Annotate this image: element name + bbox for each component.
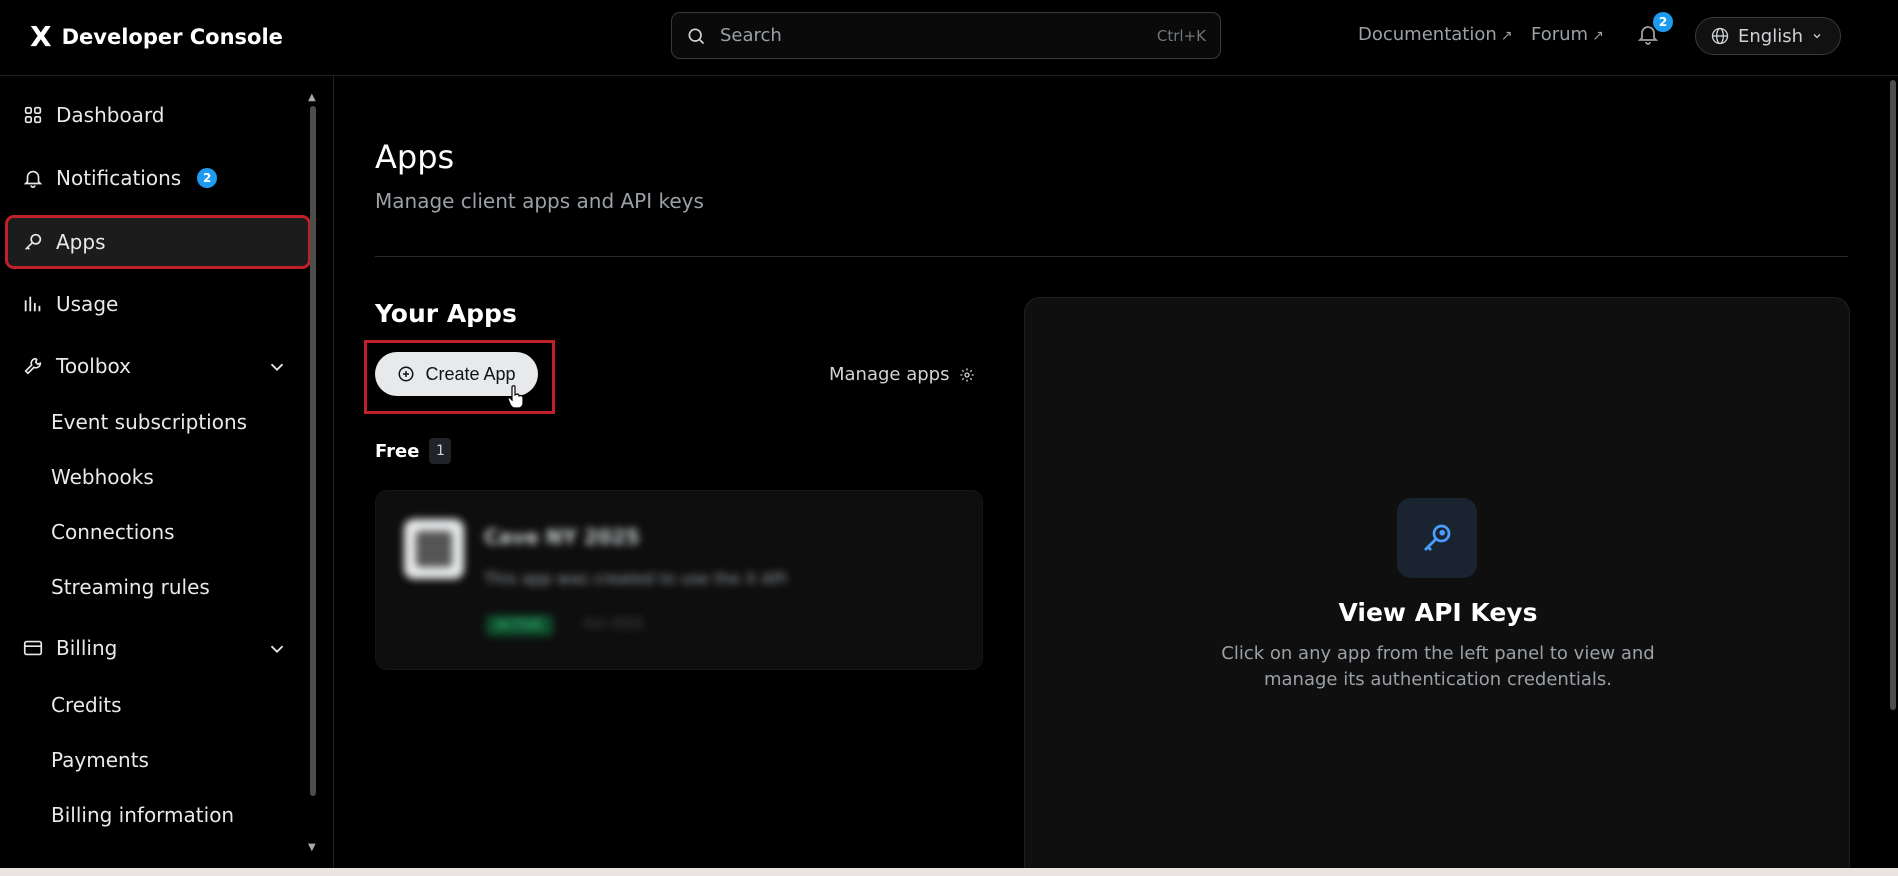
top-bar: X Developer Console Search Ctrl+K Docume… bbox=[0, 0, 1898, 76]
language-label: English bbox=[1738, 25, 1803, 47]
sidebar-item-usage[interactable]: Usage bbox=[8, 280, 308, 328]
sidebar-item-dashboard[interactable]: Dashboard bbox=[8, 91, 308, 139]
sidebar-item-label: Apps bbox=[56, 230, 106, 254]
sidebar-item-toolbox[interactable]: Toolbox bbox=[8, 342, 308, 390]
sidebar-subitem-billing-information[interactable]: Billing information bbox=[51, 803, 234, 827]
sidebar-item-label: Usage bbox=[56, 292, 119, 316]
search-placeholder: Search bbox=[720, 25, 782, 46]
sidebar-subitem-connections[interactable]: Connections bbox=[51, 520, 175, 544]
credit-card-icon bbox=[23, 640, 43, 656]
bar-chart-icon bbox=[24, 296, 41, 312]
tier-count-badge: 1 bbox=[429, 438, 452, 464]
external-link-icon: ↗ bbox=[1592, 28, 1604, 44]
notifications-count-badge: 2 bbox=[197, 168, 218, 188]
app-card[interactable]: Cave NY 2025 This app was created to use… bbox=[375, 490, 983, 670]
x-logo-icon: X bbox=[30, 20, 52, 53]
sidebar-subitem-credits[interactable]: Credits bbox=[51, 693, 122, 717]
grid-icon bbox=[24, 106, 42, 124]
bottom-edge bbox=[0, 868, 1898, 876]
search-shortcut: Ctrl+K bbox=[1156, 26, 1206, 45]
manage-apps-button[interactable]: Manage apps bbox=[829, 364, 975, 385]
page-subtitle: Manage client apps and API keys bbox=[375, 189, 704, 213]
search-icon bbox=[688, 28, 705, 44]
sidebar: Dashboard Notifications 2 Apps Usage Too… bbox=[0, 76, 334, 876]
sidebar-item-label: Notifications bbox=[56, 166, 182, 190]
sidebar-item-apps[interactable]: Apps bbox=[5, 215, 311, 269]
search-input[interactable]: Search Ctrl+K bbox=[671, 12, 1221, 59]
app-meta: Oct 2025 bbox=[584, 617, 644, 632]
manage-apps-label: Manage apps bbox=[829, 364, 950, 385]
chevron-down-icon[interactable] bbox=[266, 356, 288, 378]
plus-circle-icon bbox=[398, 366, 414, 382]
brand-title: Developer Console bbox=[61, 25, 283, 49]
bell-icon bbox=[23, 170, 43, 188]
globe-icon bbox=[1711, 27, 1729, 45]
wrench-icon bbox=[24, 357, 42, 375]
sidebar-subitem-streaming-rules[interactable]: Streaming rules bbox=[51, 575, 210, 599]
key-icon-container bbox=[1397, 498, 1477, 578]
divider bbox=[375, 256, 1848, 257]
main-scrollbar[interactable] bbox=[1890, 80, 1896, 710]
key-icon bbox=[1424, 524, 1451, 551]
page-title: Apps bbox=[375, 138, 455, 176]
scroll-up-arrow[interactable]: ▲ bbox=[308, 92, 316, 103]
app-name: Cave NY 2025 bbox=[484, 525, 640, 549]
api-keys-panel: View API Keys Click on any app from the … bbox=[1024, 297, 1850, 876]
sidebar-item-billing[interactable]: Billing bbox=[8, 624, 308, 672]
tier-label: Free bbox=[375, 440, 420, 462]
documentation-link[interactable]: Documentation ↗ bbox=[1358, 24, 1513, 45]
brand[interactable]: X Developer Console bbox=[30, 22, 283, 52]
sidebar-subitem-webhooks[interactable]: Webhooks bbox=[51, 465, 154, 489]
app-description: This app was created to use the X API bbox=[484, 569, 787, 588]
create-app-label: Create App bbox=[425, 363, 516, 384]
your-apps-heading: Your Apps bbox=[375, 299, 517, 328]
sidebar-item-label: Toolbox bbox=[56, 354, 131, 378]
scroll-down-arrow[interactable]: ▼ bbox=[308, 842, 316, 853]
key-icon bbox=[25, 233, 42, 250]
sidebar-item-label: Billing bbox=[56, 636, 118, 660]
sidebar-scrollbar[interactable] bbox=[310, 106, 316, 796]
external-link-icon: ↗ bbox=[1500, 28, 1513, 44]
documentation-label: Documentation bbox=[1358, 24, 1497, 45]
app-status-badge: ACTIVE bbox=[486, 615, 553, 636]
app-avatar-icon bbox=[404, 519, 464, 579]
chevron-down-icon bbox=[1813, 34, 1821, 39]
sidebar-subitem-payments[interactable]: Payments bbox=[51, 748, 149, 772]
language-select[interactable]: English bbox=[1695, 17, 1841, 55]
notifications-badge: 2 bbox=[1653, 12, 1673, 32]
sidebar-item-notifications[interactable]: Notifications 2 bbox=[8, 154, 308, 202]
sidebar-item-label: Dashboard bbox=[56, 103, 165, 127]
forum-link[interactable]: Forum ↗ bbox=[1531, 24, 1604, 45]
gear-icon bbox=[960, 367, 975, 382]
sidebar-subitem-event-subscriptions[interactable]: Event subscriptions bbox=[51, 410, 247, 434]
main-content: Apps Manage client apps and API keys You… bbox=[335, 76, 1898, 876]
tier-group-header: Free 1 bbox=[375, 438, 452, 464]
hand-cursor-icon bbox=[507, 385, 524, 409]
view-api-keys-description: Click on any app from the left panel to … bbox=[1221, 643, 1655, 690]
chevron-down-icon[interactable] bbox=[266, 638, 288, 660]
view-api-keys-title: View API Keys bbox=[1338, 598, 1538, 627]
forum-label: Forum bbox=[1531, 24, 1589, 45]
